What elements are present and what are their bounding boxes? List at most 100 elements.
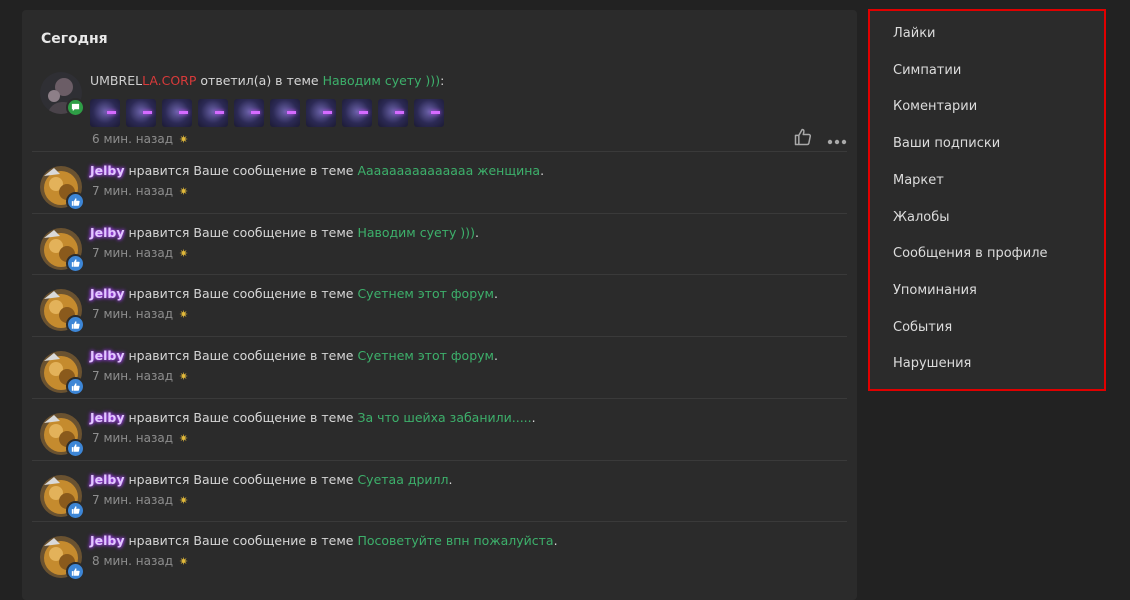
time-text: 7 мин. назад	[92, 430, 174, 445]
topic-link[interactable]: Ааааааааааааааа женщина	[357, 163, 540, 178]
like-badge-icon	[66, 377, 85, 397]
emoji-sticker	[234, 99, 264, 127]
avatar[interactable]	[40, 474, 85, 520]
topic-link[interactable]: За что шейха забанили.....	[357, 410, 531, 425]
like-text: Jelby нравится Ваше сообщение в теме Ааа…	[90, 163, 544, 178]
like-badge-icon	[66, 438, 85, 458]
topic-link[interactable]: Суетаа дрилл	[357, 472, 448, 487]
like-notification[interactable]: Jelby нравится Ваше сообщение в теме За …	[32, 397, 847, 460]
section-title: Сегодня	[41, 31, 108, 47]
like-notification[interactable]: Jelby нравится Ваше сообщение в теме Суе…	[32, 459, 847, 522]
sidebar-item[interactable]: Лайки	[893, 26, 936, 41]
timestamp: 7 мин. назад ✷	[92, 431, 188, 445]
star-icon: ✷	[179, 555, 189, 569]
emoji-sticker	[306, 99, 336, 127]
timestamp: 7 мин. назад ✷	[92, 493, 188, 507]
like-notification[interactable]: Jelby нравится Ваше сообщение в теме Нав…	[32, 212, 847, 275]
avatar[interactable]	[40, 72, 85, 117]
suffix-text: .	[493, 348, 498, 364]
action-text: нравится Ваше сообщение в теме	[124, 286, 358, 302]
username[interactable]: Jelby	[90, 163, 125, 178]
avatar[interactable]	[40, 536, 85, 582]
timestamp: 6 мин. назад ✷	[92, 132, 188, 146]
notification-filter-menu: Лайки Симпатии Коментарии Ваши подписки Марк…	[868, 9, 1106, 391]
emoji-sticker	[90, 99, 120, 127]
action-text: нравится Ваше сообщение в теме	[124, 224, 358, 240]
sidebar-item[interactable]: Симпатии	[893, 63, 961, 78]
emoji-sticker	[270, 99, 300, 127]
star-icon: ✷	[179, 493, 189, 507]
time-text: 7 мин. назад	[92, 369, 174, 384]
username[interactable]: Jelby	[90, 410, 125, 425]
sidebar-item[interactable]: Коментарии	[893, 99, 977, 114]
avatar[interactable]	[40, 412, 85, 458]
sidebar-item[interactable]: Ваши подписки	[893, 136, 1000, 151]
username-part[interactable]: UMBREL	[90, 73, 142, 88]
timestamp: 8 мин. назад ✷	[92, 554, 188, 568]
star-icon: ✷	[179, 370, 189, 384]
time-text: 7 мин. назад	[92, 307, 174, 322]
time-text: 6 мин. назад	[92, 132, 174, 146]
topic-link[interactable]: Посоветуйте впн пожалуйста	[357, 533, 553, 548]
like-text: Jelby нравится Ваше сообщение в теме Нав…	[90, 225, 479, 240]
reply-text: UMBRELLA.CORP ответил(а) в теме Наводим …	[90, 73, 444, 88]
topic-link[interactable]: Суетнем этот форум	[357, 348, 494, 363]
sidebar-item[interactable]: Упоминания	[893, 283, 977, 298]
timestamp: 7 мин. назад ✷	[92, 307, 188, 321]
item-actions	[793, 127, 847, 151]
like-badge-icon	[66, 315, 85, 335]
like-notification[interactable]: Jelby нравится Ваше сообщение в теме Суе…	[32, 274, 847, 336]
suffix-text: .	[553, 533, 558, 549]
username[interactable]: Jelby	[90, 472, 125, 487]
time-text: 8 мин. назад	[92, 554, 174, 569]
suffix-text: .	[540, 163, 545, 178]
suffix-text: .	[474, 224, 479, 240]
star-icon: ✷	[179, 246, 189, 260]
like-badge-icon	[66, 192, 85, 211]
emoji-sticker	[378, 99, 408, 127]
topic-link[interactable]: Суетнем этот форум	[357, 286, 494, 301]
username[interactable]: Jelby	[90, 533, 125, 548]
avatar[interactable]	[40, 227, 85, 273]
time-text: 7 мин. назад	[92, 245, 174, 260]
suffix-text: :	[440, 73, 445, 88]
thumbs-up-icon[interactable]	[793, 127, 813, 151]
like-text: Jelby нравится Ваше сообщение в теме Суе…	[90, 286, 498, 301]
suffix-text: .	[493, 286, 498, 302]
timestamp: 7 мин. назад ✷	[92, 184, 188, 198]
topic-link[interactable]: Наводим суету )))	[323, 73, 441, 88]
avatar[interactable]	[40, 166, 85, 211]
like-text: Jelby нравится Ваше сообщение в теме Пос…	[90, 533, 558, 548]
like-text: Jelby нравится Ваше сообщение в теме За …	[90, 410, 536, 425]
suffix-text: .	[531, 409, 536, 425]
sidebar-item[interactable]: Сообщения в профиле	[893, 246, 1048, 261]
emoji-sticker	[414, 99, 444, 127]
avatar[interactable]	[40, 351, 85, 397]
time-text: 7 мин. назад	[92, 184, 174, 198]
timestamp: 7 мин. назад ✷	[92, 369, 188, 383]
avatar[interactable]	[40, 289, 85, 335]
action-text: нравится Ваше сообщение в теме	[124, 533, 358, 549]
sidebar-item[interactable]: События	[893, 320, 952, 335]
star-icon: ✷	[179, 133, 189, 146]
topic-link[interactable]: Наводим суету )))	[357, 225, 475, 240]
star-icon: ✷	[179, 431, 189, 445]
more-options-icon[interactable]	[827, 130, 847, 149]
sidebar-item[interactable]: Нарушения	[893, 356, 971, 371]
notifications-panel: Сегодня UMBRELLA.CORP ответил(а) в теме …	[22, 10, 857, 600]
star-icon: ✷	[179, 185, 189, 198]
like-badge-icon	[66, 253, 85, 273]
username-part[interactable]: LA.CORP	[142, 73, 196, 88]
username[interactable]: Jelby	[90, 348, 125, 363]
action-text: нравится Ваше сообщение в теме	[124, 409, 358, 425]
sidebar-item[interactable]: Жалобы	[893, 210, 950, 225]
username[interactable]: Jelby	[90, 225, 125, 240]
emoji-sticker	[162, 99, 192, 127]
reply-notification[interactable]: UMBRELLA.CORP ответил(а) в теме Наводим …	[32, 68, 847, 150]
like-notification[interactable]: Jelby нравится Ваше сообщение в теме Пос…	[32, 521, 847, 583]
like-notification[interactable]: Jelby нравится Ваше сообщение в теме Суе…	[32, 336, 847, 398]
username[interactable]: Jelby	[90, 286, 125, 301]
like-text: Jelby нравится Ваше сообщение в теме Суе…	[90, 472, 453, 487]
sidebar-item[interactable]: Маркет	[893, 173, 944, 188]
like-notification[interactable]: Jelby нравится Ваше сообщение в теме Ааа…	[32, 151, 847, 213]
